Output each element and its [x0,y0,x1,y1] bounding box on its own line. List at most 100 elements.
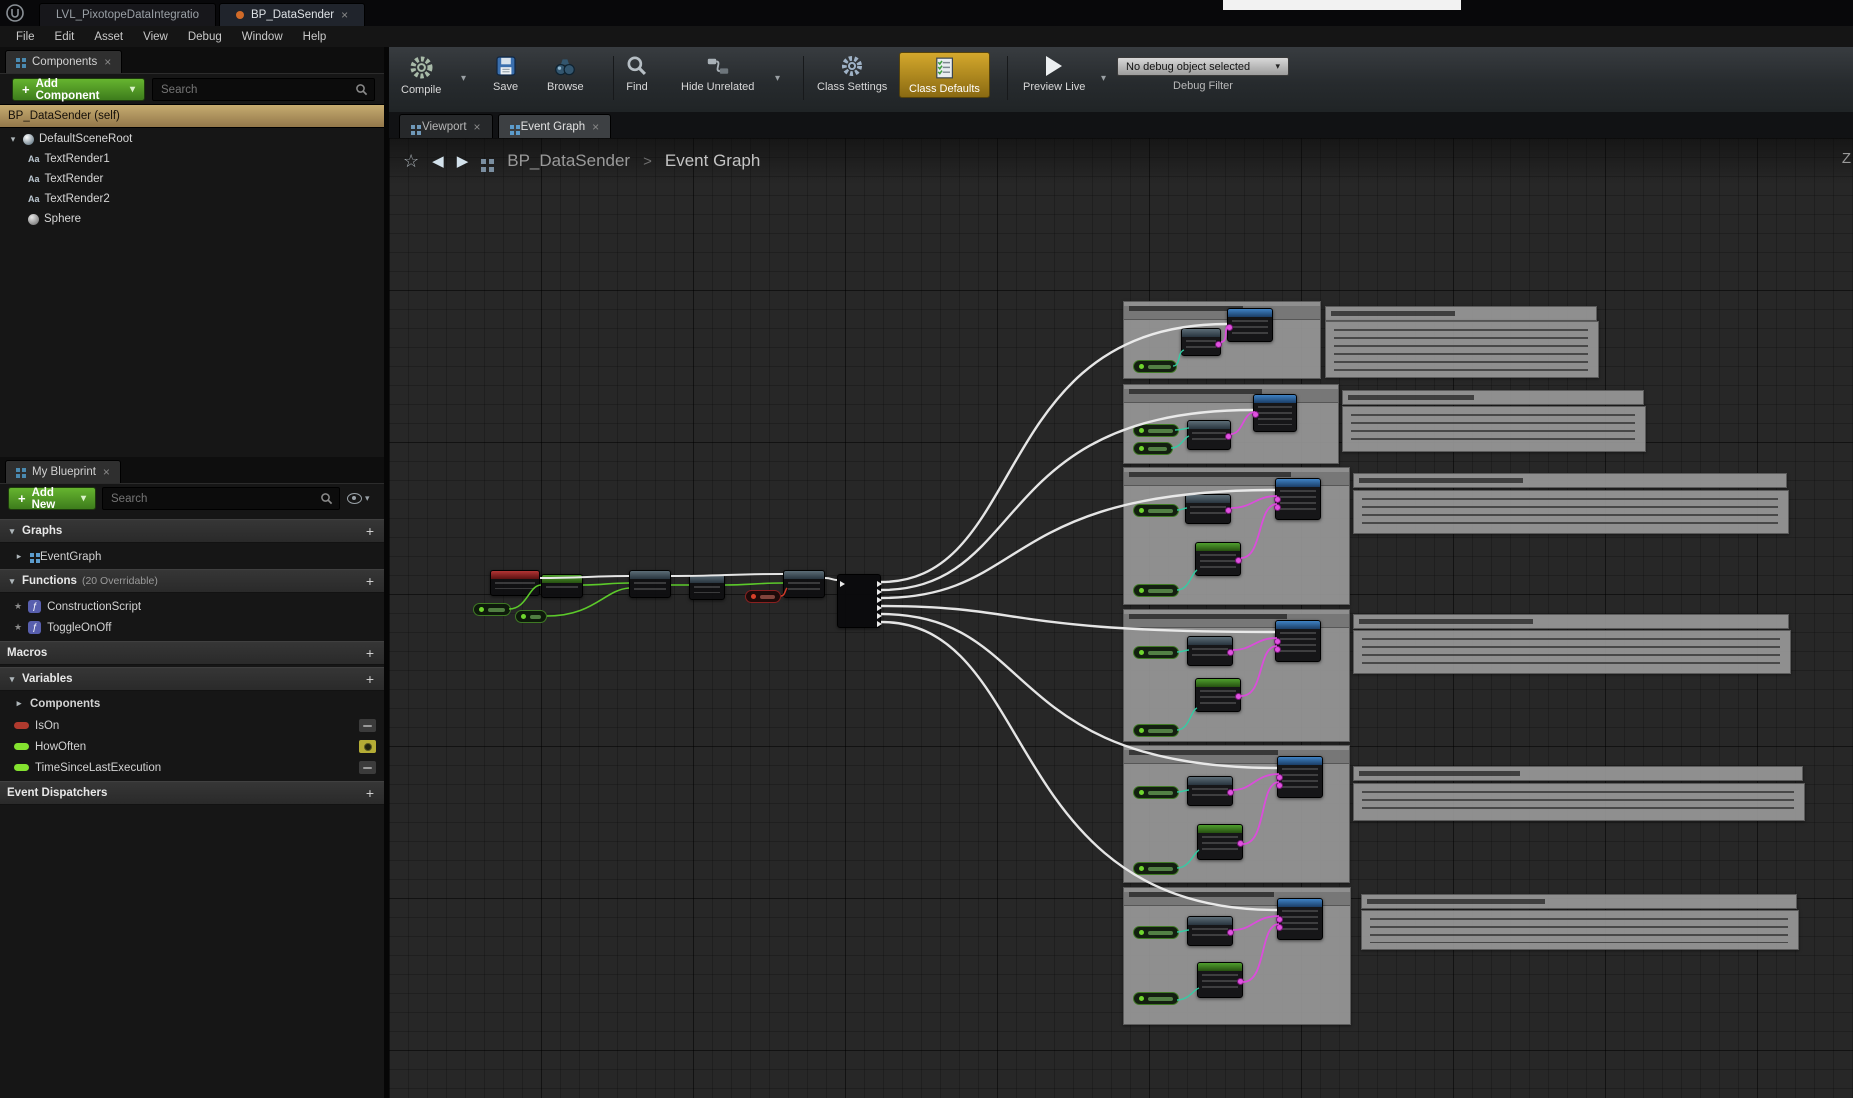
blueprint-node[interactable] [689,574,725,600]
tab-event-graph[interactable]: Event Graph × [498,114,612,138]
close-icon[interactable]: × [103,465,110,479]
tab-my-blueprint-panel[interactable]: My Blueprint × [5,460,121,483]
function-call-node[interactable] [1277,756,1323,798]
components-search-input[interactable] [159,83,355,97]
branch-node[interactable] [783,570,825,598]
function-call-node[interactable] [1277,898,1323,940]
menu-help[interactable]: Help [293,29,337,45]
exec-output-pin[interactable] [877,589,882,595]
pure-function-node[interactable] [1195,678,1241,712]
exec-output-pin[interactable] [877,613,882,619]
add-function-button[interactable]: + [363,573,377,589]
pure-function-node[interactable] [1197,962,1243,998]
pure-function-node[interactable] [1197,824,1243,860]
menu-asset[interactable]: Asset [84,29,133,45]
function-call-node[interactable] [1275,620,1321,662]
exec-input-pin[interactable] [840,581,845,587]
close-icon[interactable]: × [592,120,599,134]
back-arrow-icon[interactable]: ◀ [432,152,444,170]
variable-get-node[interactable] [1133,504,1179,517]
my-blueprint-search-input[interactable] [109,492,320,506]
function-item-toggleonoff[interactable]: ★ ƒ ToggleOnOff [0,617,384,638]
blueprint-node[interactable] [629,570,671,598]
menu-edit[interactable]: Edit [45,29,85,45]
close-icon[interactable]: × [474,120,481,134]
add-graph-button[interactable]: + [363,523,377,539]
variable-get-node[interactable] [1133,992,1179,1005]
components-search[interactable] [152,78,375,101]
add-event-dispatcher-button[interactable]: + [363,785,377,801]
pure-function-node[interactable] [541,574,583,598]
note-block[interactable] [1353,490,1789,534]
note-block[interactable] [1325,321,1599,378]
tab-viewport[interactable]: Viewport × [399,114,493,138]
note-strip[interactable] [1325,306,1597,321]
bool-variable-get-node[interactable] [745,590,781,603]
variable-get-node[interactable] [1133,862,1179,875]
note-block[interactable] [1342,406,1646,452]
graphs-section-header[interactable]: ▾ Graphs + [0,519,384,543]
note-block[interactable] [1361,910,1799,950]
variable-item-ison[interactable]: IsOn [0,715,384,736]
variable-get-node[interactable] [1133,442,1173,455]
close-icon[interactable]: × [104,55,111,69]
function-item-constructionscript[interactable]: ★ ƒ ConstructionScript [0,596,384,617]
variable-get-node[interactable] [1133,360,1177,373]
blueprint-node[interactable] [1187,636,1233,666]
macros-section-header[interactable]: Macros + [0,641,384,665]
add-component-button[interactable]: + Add Component ▾ [12,78,145,101]
visibility-toggle[interactable] [359,740,376,753]
function-call-node[interactable] [1275,478,1321,520]
variable-get-node[interactable] [473,603,511,616]
add-variable-button[interactable]: + [363,671,377,687]
variables-section-header[interactable]: ▾ Variables + [0,667,384,691]
sequence-node[interactable] [837,574,881,628]
note-strip[interactable] [1353,473,1787,488]
note-strip[interactable] [1342,390,1644,405]
favorite-star-icon[interactable]: ☆ [403,151,419,172]
class-settings-button[interactable]: Class Settings [817,54,887,93]
exec-output-pin[interactable] [877,605,882,611]
tree-item-textrender[interactable]: Aa TextRender [28,169,103,189]
visibility-toggle[interactable] [359,761,376,774]
graph-item-eventgraph[interactable]: ▸ EventGraph [0,546,384,567]
note-strip[interactable] [1353,614,1789,629]
visibility-filter-button[interactable]: ▾ [347,493,370,504]
tree-item-sphere[interactable]: Sphere [28,209,81,229]
tab-bp-datasender[interactable]: BP_DataSender × [219,3,365,26]
exec-output-pin[interactable] [877,621,882,627]
debug-object-dropdown[interactable]: No debug object selected ▾ [1117,57,1289,76]
menu-window[interactable]: Window [232,29,293,45]
note-block[interactable] [1353,783,1805,821]
tree-item-textrender1[interactable]: Aa TextRender1 [28,149,110,169]
compile-button[interactable]: Compile [401,54,441,96]
forward-arrow-icon[interactable]: ▶ [457,152,469,170]
compile-options-caret[interactable]: ▾ [461,73,466,84]
variable-get-node[interactable] [1133,926,1179,939]
chevron-down-icon[interactable]: ▾ [8,134,18,145]
blueprint-node[interactable] [1187,916,1233,946]
chevron-right-icon[interactable]: ▸ [14,698,24,709]
browse-button[interactable]: Browse [547,54,584,93]
menu-file[interactable]: File [6,29,45,45]
variable-get-node[interactable] [1133,584,1179,597]
self-component-row[interactable]: BP_DataSender (self) [0,104,384,128]
visibility-toggle[interactable] [359,719,376,732]
functions-section-header[interactable]: ▾ Functions (20 Overridable) + [0,569,384,593]
blueprint-node[interactable] [1187,420,1231,450]
event-dispatchers-section-header[interactable]: Event Dispatchers + [0,781,384,805]
menu-view[interactable]: View [133,29,178,45]
blueprint-node[interactable] [1185,494,1231,524]
variable-item-timesincelastexecution[interactable]: TimeSinceLastExecution [0,757,384,778]
find-button[interactable]: Find [625,54,649,93]
menu-debug[interactable]: Debug [178,29,232,45]
blueprint-node[interactable] [1187,776,1233,806]
note-block[interactable] [1353,630,1791,674]
hide-unrelated-button[interactable]: Hide Unrelated [681,54,754,93]
variable-item-howoften[interactable]: HowOften [0,736,384,757]
exec-output-pin[interactable] [877,597,882,603]
add-macro-button[interactable]: + [363,645,377,661]
preview-live-options-caret[interactable]: ▾ [1101,73,1106,84]
pure-function-node[interactable] [1195,542,1241,576]
variable-get-node[interactable] [515,610,547,623]
